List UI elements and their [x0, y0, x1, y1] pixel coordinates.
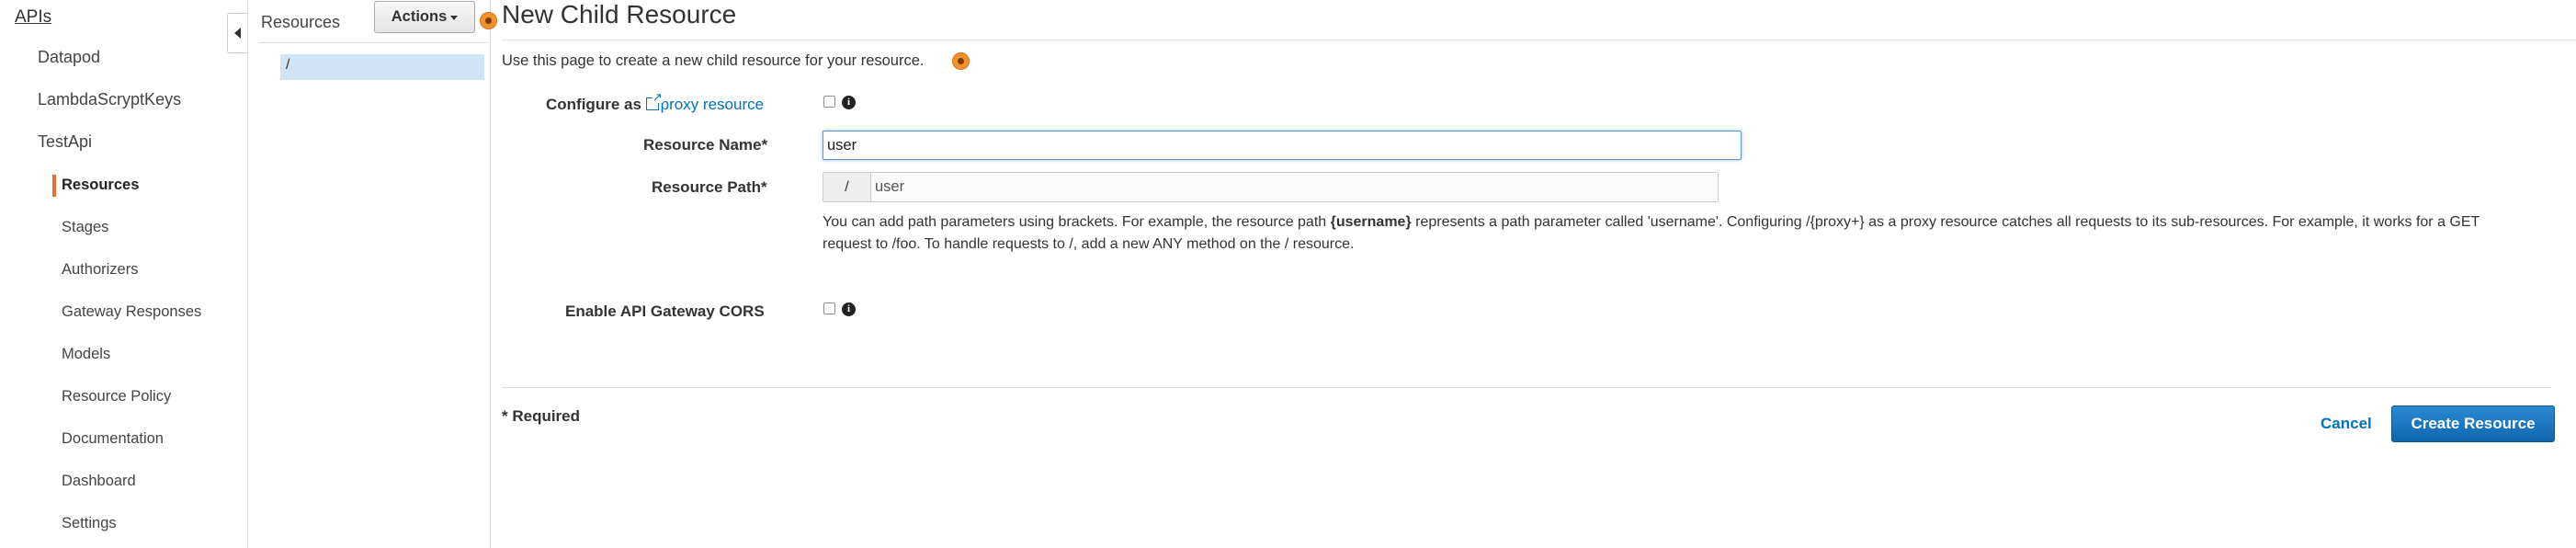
nav-item-authorizers[interactable]: Authorizers: [62, 261, 138, 279]
tree-item-root[interactable]: /: [280, 54, 484, 80]
resource-path-field[interactable]: / user: [823, 172, 1719, 202]
left-navigation: APIs Datapod LambdaScryptKeys TestApi Re…: [0, 0, 248, 548]
info-icon[interactable]: i: [842, 96, 856, 109]
resource-name-input[interactable]: [823, 131, 1742, 160]
resource-path-prefix: /: [823, 173, 871, 201]
resources-tree-panel: Resources Actions /: [248, 0, 491, 548]
api-item-datapod[interactable]: Datapod: [38, 48, 100, 67]
actions-dropdown-button[interactable]: Actions: [374, 1, 475, 33]
orange-indicator-icon: [952, 52, 970, 70]
page-title: New Child Resource: [502, 0, 737, 29]
create-resource-button[interactable]: Create Resource: [2391, 405, 2555, 442]
tree-title: Resources: [261, 13, 341, 31]
nav-item-dashboard[interactable]: Dashboard: [62, 473, 136, 490]
resource-name-label: Resource Name*: [643, 136, 768, 154]
panel-resize-handle-icon[interactable]: [480, 12, 497, 29]
api-item-lambdascryptkeys[interactable]: LambdaScryptKeys: [38, 90, 181, 109]
footer-divider: [502, 387, 2551, 388]
nav-item-resources[interactable]: Resources: [62, 177, 139, 194]
collapse-nav-button[interactable]: [227, 13, 247, 53]
enable-cors-label: Enable API Gateway CORS: [565, 303, 765, 320]
cancel-button[interactable]: Cancel: [2321, 415, 2372, 433]
intro-text: Use this page to create a new child reso…: [502, 52, 925, 69]
configure-proxy-checkbox[interactable]: [823, 96, 835, 108]
chevron-left-icon: [234, 28, 241, 39]
resource-path-label: Resource Path*: [652, 178, 767, 196]
actions-label: Actions: [391, 8, 448, 25]
active-indicator: [52, 175, 56, 197]
nav-item-resource-policy[interactable]: Resource Policy: [62, 388, 171, 405]
path-help-text: You can add path parameters using bracke…: [823, 214, 2480, 252]
nav-item-gateway-responses[interactable]: Gateway Responses: [62, 303, 201, 321]
enable-cors-checkbox[interactable]: [823, 303, 835, 314]
nav-item-documentation[interactable]: Documentation: [62, 430, 164, 448]
apis-link[interactable]: APIs: [15, 7, 51, 28]
configure-as-label: Configure as proxy resource: [546, 91, 764, 114]
proxy-resource-link[interactable]: proxy resource: [645, 91, 764, 113]
nav-item-settings[interactable]: Settings: [62, 515, 117, 532]
resource-path-input[interactable]: user: [871, 173, 1718, 201]
caret-down-icon: [450, 16, 459, 20]
nav-item-stages[interactable]: Stages: [62, 219, 108, 236]
cors-info-icon[interactable]: i: [842, 303, 856, 316]
nav-item-models[interactable]: Models: [62, 346, 110, 363]
tree-divider: [259, 42, 487, 43]
required-note: * Required: [502, 407, 581, 425]
external-link-icon: [645, 91, 663, 110]
api-item-testapi[interactable]: TestApi: [38, 132, 92, 152]
